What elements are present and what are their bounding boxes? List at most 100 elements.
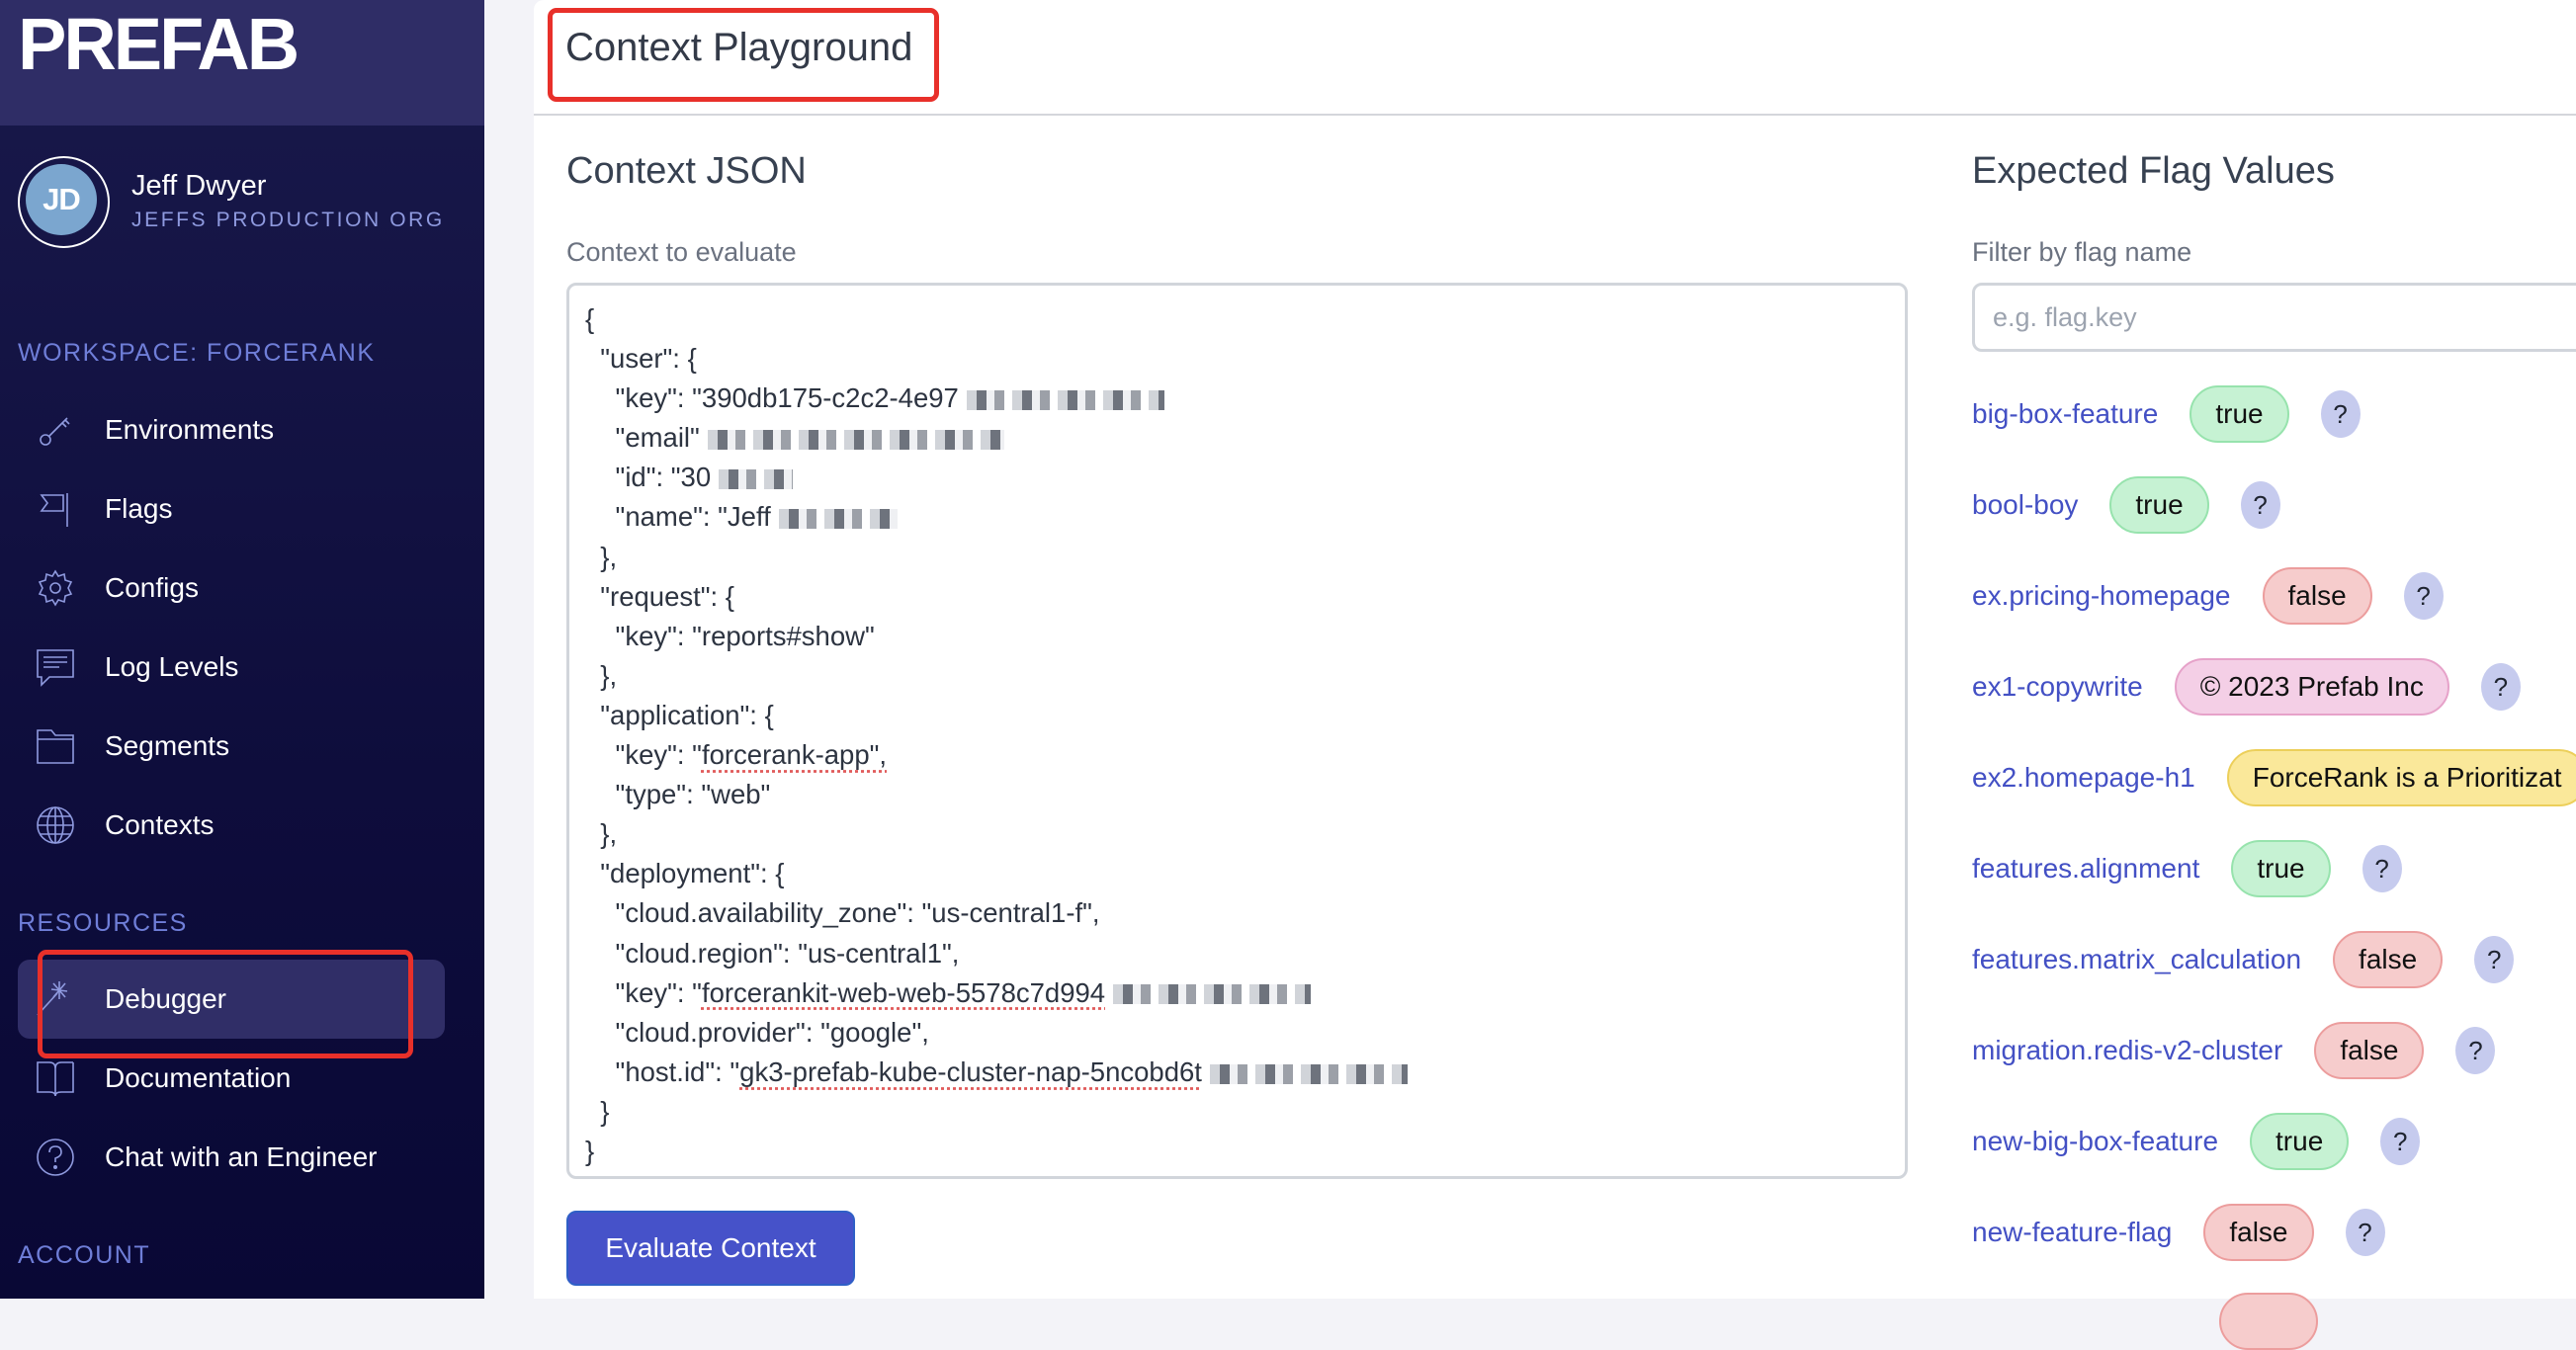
user-org: JEFFS PRODUCTION ORG bbox=[131, 209, 445, 231]
flag-row: new-feature-flag false? bbox=[1972, 1203, 2385, 1262]
json-line-text: "type": "web" bbox=[585, 779, 771, 810]
json-line: }, bbox=[585, 538, 1905, 577]
json-line-text: "key": "390db175-c2c2-4e97 bbox=[585, 382, 959, 414]
sidebar-item-debugger[interactable]: Debugger bbox=[18, 960, 445, 1039]
flag-name-link[interactable]: features.alignment bbox=[1972, 853, 2199, 885]
flag-value-badge: false bbox=[2203, 1204, 2314, 1261]
avatar: JD bbox=[26, 164, 97, 235]
sidebar-item-configs[interactable]: Configs bbox=[18, 548, 445, 628]
magic-wand-icon bbox=[36, 979, 75, 1019]
flag-value-badge: ForceRank is a Prioritizat bbox=[2226, 749, 2576, 806]
json-line: }, bbox=[585, 814, 1905, 854]
question-circle-icon bbox=[36, 1138, 75, 1177]
sidebar-item-label: Chat with an Engineer bbox=[105, 1141, 378, 1172]
workspace-section-label: WORKSPACE: FORCERANK bbox=[18, 339, 376, 367]
resources-section-label: RESOURCES bbox=[18, 909, 188, 937]
json-line: "key": "390db175-c2c2-4e97 bbox=[585, 379, 1905, 418]
help-icon[interactable]: ? bbox=[2380, 1118, 2421, 1165]
evaluate-context-button[interactable]: Evaluate Context bbox=[566, 1211, 855, 1286]
sidebar-item-log-levels[interactable]: Log Levels bbox=[18, 628, 445, 707]
sidebar-item-segments[interactable]: Segments bbox=[18, 707, 445, 786]
flag-value-badge: false bbox=[2262, 567, 2372, 625]
help-icon[interactable]: ? bbox=[2474, 936, 2515, 983]
flag-row: ex1-copywrite © 2023 Prefab Inc? bbox=[1972, 657, 2521, 717]
redacted-value bbox=[707, 430, 1004, 451]
flag-value-badge: © 2023 Prefab Inc bbox=[2174, 658, 2449, 716]
sidebar-item-contexts[interactable]: Contexts bbox=[18, 786, 445, 865]
help-icon[interactable]: ? bbox=[2361, 845, 2402, 892]
help-icon[interactable]: ? bbox=[2320, 390, 2361, 438]
help-icon[interactable]: ? bbox=[2345, 1209, 2385, 1256]
json-value-spellcheck: gk3-prefab-kube-cluster-nap-5ncobd6t bbox=[739, 1055, 1202, 1087]
json-line: "key": "forcerankit-web-web-5578c7d994 bbox=[585, 973, 1905, 1013]
json-line-text: } bbox=[585, 1095, 610, 1127]
flag-name-link[interactable]: big-box-feature bbox=[1972, 398, 2158, 430]
sidebar-item-documentation[interactable]: Documentation bbox=[18, 1039, 445, 1118]
sidebar-item-flags[interactable]: Flags bbox=[18, 469, 445, 548]
json-line: "key": "reports#show" bbox=[585, 617, 1905, 656]
flag-name-link[interactable]: bool-boy bbox=[1972, 489, 2078, 521]
sidebar-item-chat-with-engineer[interactable]: Chat with an Engineer bbox=[18, 1118, 445, 1197]
help-icon[interactable]: ? bbox=[2403, 572, 2444, 620]
json-line-text: } bbox=[585, 1135, 595, 1166]
flag-name-link[interactable]: ex2.homepage-h1 bbox=[1972, 762, 2195, 794]
page-title: Context Playground bbox=[565, 26, 913, 69]
json-line-text: "application": { bbox=[585, 699, 774, 730]
flag-value-badge: true bbox=[2250, 1113, 2350, 1170]
json-line-text: "key": "forcerank-app", bbox=[585, 739, 887, 770]
json-line-text: "cloud.availability_zone": "us-central1-… bbox=[585, 897, 1100, 929]
flag-value-badge: true bbox=[2190, 385, 2289, 443]
sidebar-item-label: Documentation bbox=[105, 1062, 292, 1093]
sidebar-item-environments[interactable]: Environments bbox=[18, 390, 445, 469]
json-key: "host.id": " bbox=[585, 1055, 740, 1087]
json-value-spellcheck: forcerank-app", bbox=[701, 739, 888, 771]
json-line-text: "deployment": { bbox=[585, 858, 785, 889]
sidebar-item-label: Configs bbox=[105, 572, 199, 603]
json-line: "cloud.availability_zone": "us-central1-… bbox=[585, 893, 1905, 933]
json-line-text: "key": "reports#show" bbox=[585, 620, 875, 651]
json-line: "email" bbox=[585, 418, 1905, 458]
json-line-text: }, bbox=[585, 818, 618, 850]
flag-row: features.matrix_calculation false? bbox=[1972, 930, 2515, 989]
flag-row: migration.redis-v2-cluster false? bbox=[1972, 1021, 2496, 1080]
help-icon[interactable]: ? bbox=[2480, 663, 2521, 711]
help-icon[interactable]: ? bbox=[2455, 1027, 2496, 1074]
prefab-logo[interactable]: PREFAB bbox=[18, 3, 314, 85]
json-line-text: "user": { bbox=[585, 343, 697, 375]
sidebar-item-label: Log Levels bbox=[105, 651, 239, 682]
json-line: "request": { bbox=[585, 577, 1905, 617]
flag-name-link[interactable]: ex.pricing-homepage bbox=[1972, 580, 2231, 612]
flag-name-link[interactable]: new-feature-flag bbox=[1972, 1217, 2172, 1248]
help-icon[interactable]: ? bbox=[2240, 481, 2280, 529]
redacted-value bbox=[966, 389, 1164, 410]
json-line-text: }, bbox=[585, 659, 618, 691]
filter-flag-input[interactable] bbox=[1972, 283, 2576, 352]
globe-icon bbox=[36, 805, 75, 845]
flag-value-badge-cutoff bbox=[2219, 1293, 2318, 1350]
flag-name-link[interactable]: migration.redis-v2-cluster bbox=[1972, 1035, 2282, 1066]
json-line: "id": "30 bbox=[585, 458, 1905, 497]
json-line: "key": "forcerank-app", bbox=[585, 735, 1905, 775]
json-line-text: "cloud.provider": "google", bbox=[585, 1016, 929, 1048]
sidebar: PREFAB JD Jeff Dwyer JEFFS PRODUCTION OR… bbox=[0, 0, 484, 1299]
context-json-textarea[interactable]: { "user": { "key": "390db175-c2c2-4e97 "… bbox=[566, 283, 1908, 1179]
user-name: Jeff Dwyer bbox=[131, 170, 267, 202]
flag-name-link[interactable]: new-big-box-feature bbox=[1972, 1126, 2218, 1157]
flag-row: bool-boy true? bbox=[1972, 475, 2280, 535]
json-line: "host.id": "gk3-prefab-kube-cluster-nap-… bbox=[585, 1053, 1905, 1092]
flag-row: ex2.homepage-h1 ForceRank is a Prioritiza… bbox=[1972, 748, 2576, 807]
flag-value-badge: false bbox=[2333, 931, 2444, 988]
filter-label: Filter by flag name bbox=[1972, 237, 2192, 267]
redacted-value bbox=[1113, 984, 1312, 1005]
sidebar-item-label: Debugger bbox=[105, 983, 226, 1014]
redacted-value bbox=[719, 469, 794, 490]
json-line: "cloud.provider": "google", bbox=[585, 1013, 1905, 1053]
flag-name-link[interactable]: ex1-copywrite bbox=[1972, 671, 2143, 703]
chat-bubble-icon bbox=[36, 647, 75, 687]
user-profile[interactable]: JD Jeff Dwyer JEFFS PRODUCTION ORG bbox=[18, 156, 472, 251]
flag-name-link[interactable]: features.matrix_calculation bbox=[1972, 944, 2301, 975]
json-key: "key": " bbox=[585, 976, 702, 1008]
sidebar-item-label: Segments bbox=[105, 730, 230, 761]
expected-flag-values-heading: Expected Flag Values bbox=[1972, 150, 2335, 192]
json-line: "type": "web" bbox=[585, 775, 1905, 814]
